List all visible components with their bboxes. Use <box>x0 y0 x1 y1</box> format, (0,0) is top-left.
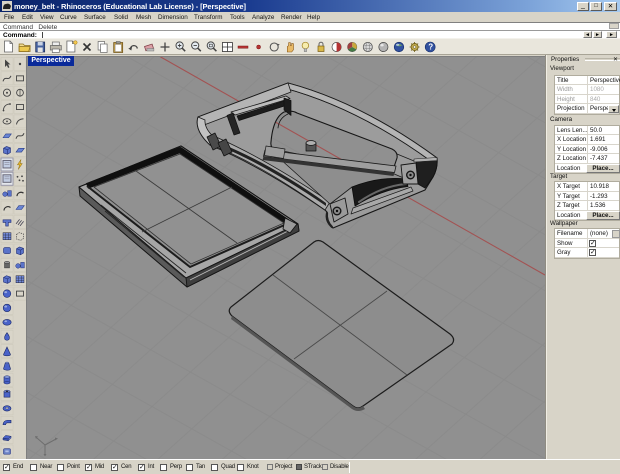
svg-text:?: ? <box>428 43 433 52</box>
